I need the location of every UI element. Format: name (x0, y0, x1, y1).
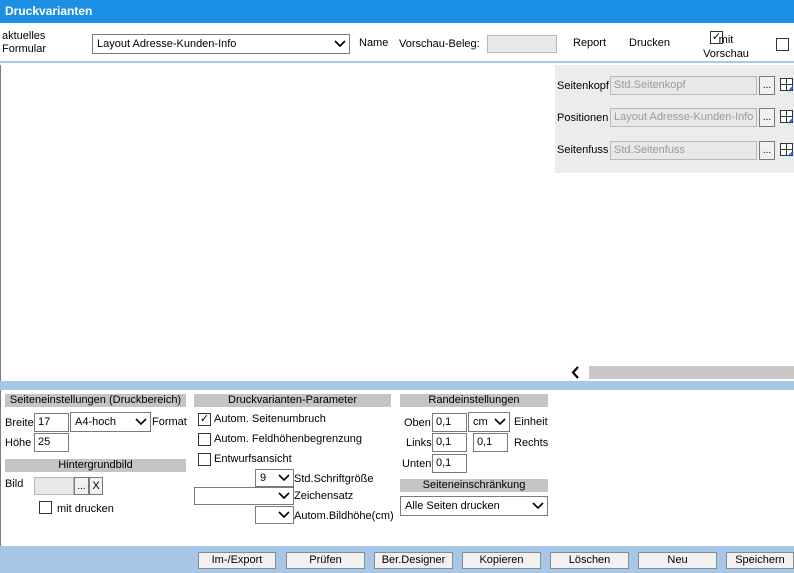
preview-area (0, 65, 555, 381)
hoehe-input[interactable]: 25 (34, 433, 69, 452)
bild-browse-button[interactable]: ... (74, 477, 89, 495)
oben-label: Oben (404, 417, 431, 429)
einheit-label: Einheit (514, 416, 548, 428)
chevron-down-icon (135, 413, 147, 431)
randeinstellungen-header: Randeinstellungen (400, 394, 548, 407)
oben-input[interactable]: 0,1 (432, 413, 467, 432)
extra-checkbox[interactable] (776, 38, 789, 51)
chevron-down-icon (334, 35, 346, 53)
unten-label: Unten (402, 458, 432, 470)
format-select[interactable]: A4-hoch (70, 412, 151, 432)
links-label: Links (406, 437, 432, 449)
bild-clear-button[interactable]: X (89, 477, 103, 495)
unten-input[interactable]: 0,1 (432, 454, 467, 473)
loeschen-button[interactable]: Löschen (550, 552, 629, 569)
vorschau-beleg-label: Vorschau-Beleg: (399, 38, 480, 50)
chevron-down-icon (532, 497, 544, 515)
bildhoehe-label: Autom.Bildhöhe(cm) (294, 510, 394, 522)
settings-area: Seiteneinstellungen (Druckbereich) Breit… (0, 390, 794, 546)
kopieren-button[interactable]: Kopieren (462, 552, 541, 569)
parameter-header: Druckvarianten-Parameter (194, 394, 391, 407)
chevron-down-icon (494, 413, 506, 431)
seiteneinschraenkung-header: Seiteneinschränkung (400, 479, 548, 492)
entwurfsansicht-checkbox[interactable] (198, 453, 211, 466)
autom-feldhoehen-checkbox[interactable] (198, 433, 211, 446)
seitenfuss-browse-button[interactable]: ... (759, 141, 775, 160)
horizontal-scrollbar[interactable] (565, 364, 794, 381)
report-button[interactable]: Report (573, 37, 606, 49)
rechts-label: Rechts (514, 437, 549, 449)
speichern-button[interactable]: Speichern (726, 552, 794, 569)
positionen-input[interactable]: Layout Adresse-Kunden-Info (610, 108, 757, 127)
positionen-browse-button[interactable]: ... (759, 108, 775, 127)
zeichensatz-label: Zeichensatz (294, 490, 354, 502)
grid-edit-icon[interactable] (780, 78, 794, 92)
seiteneinschraenkung-select[interactable]: Alle Seiten drucken (400, 496, 548, 516)
hintergrundbild-header: Hintergrundbild (5, 459, 186, 472)
neu-button[interactable]: Neu (638, 552, 717, 569)
sections-panel: Seitenkopf Std.Seitenkopf ... Positionen… (555, 65, 794, 173)
aktuelles-formular-label: aktuelles Formular (2, 30, 47, 55)
breite-input[interactable]: 17 (34, 413, 69, 432)
mit-drucken-label: mit drucken (57, 503, 114, 515)
format-select-value: A4-hoch (75, 416, 116, 428)
rechts-input[interactable]: 0,1 (473, 433, 508, 452)
schriftgroesse-value: 9 (260, 472, 267, 484)
vorschau-beleg-input[interactable] (487, 35, 557, 53)
bildhoehe-select[interactable] (255, 506, 294, 524)
formular-select[interactable]: Layout Adresse-Kunden-Info (92, 34, 350, 54)
positionen-label: Positionen (557, 112, 609, 124)
schriftgroesse-label: Std.Schriftgröße (294, 473, 374, 485)
scrollbar-track[interactable] (589, 366, 794, 379)
top-toolbar: aktuelles Formular Layout Adresse-Kunden… (0, 23, 794, 63)
mit-drucken-checkbox[interactable] (39, 501, 52, 514)
grid-edit-icon[interactable] (780, 110, 794, 124)
autom-seitenumbruch-label: Autom. Seitenumbruch (214, 413, 326, 425)
autom-feldhoehen-label: Autom. Feldhöhenbegrenzung (214, 433, 362, 445)
autom-seitenumbruch-checkbox[interactable]: ✓ (198, 413, 211, 426)
seiteneinstellungen-header: Seiteneinstellungen (Druckbereich) (5, 394, 186, 407)
chevron-down-icon (278, 470, 290, 486)
bild-input[interactable] (34, 477, 74, 495)
bild-label: Bild (5, 478, 24, 490)
chevron-down-icon (278, 488, 290, 504)
chevron-down-icon (278, 507, 290, 523)
name-label: Name (359, 37, 389, 49)
im-export-button[interactable]: Im-/Export (198, 552, 276, 569)
formular-select-value: Layout Adresse-Kunden-Info (97, 38, 237, 50)
links-input[interactable]: 0,1 (432, 433, 467, 452)
ber-designer-button[interactable]: Ber.Designer (374, 552, 453, 569)
schriftgroesse-select[interactable]: 9 (255, 469, 294, 487)
drucken-button[interactable]: Drucken (629, 37, 670, 49)
seitenkopf-input[interactable]: Std.Seitenkopf (610, 76, 757, 95)
grid-edit-icon[interactable] (780, 143, 794, 157)
pruefen-button[interactable]: Prüfen (286, 552, 365, 569)
zeichensatz-select[interactable] (194, 487, 294, 505)
breite-label: Breite (5, 417, 34, 429)
window-title: Druckvarianten (0, 0, 794, 23)
seitenkopf-browse-button[interactable]: ... (759, 76, 775, 95)
divider-band (0, 381, 794, 390)
seiteneinschraenkung-value: Alle Seiten drucken (405, 500, 500, 512)
einheit-select[interactable]: cm (468, 412, 510, 432)
hoehe-label: Höhe (5, 437, 32, 449)
format-label: Format (152, 416, 187, 428)
entwurfsansicht-label: Entwurfsansicht (214, 453, 292, 465)
einheit-value: cm (473, 416, 488, 428)
seitenfuss-input[interactable]: Std.Seitenfuss (610, 141, 757, 160)
mit-vorschau-label: mit Vorschau (703, 34, 749, 60)
footer-bar: Im-/Export Prüfen Ber.Designer Kopieren … (0, 546, 794, 573)
seitenfuss-label: Seitenfuss (557, 144, 609, 156)
seitenkopf-label: Seitenkopf (557, 80, 609, 92)
